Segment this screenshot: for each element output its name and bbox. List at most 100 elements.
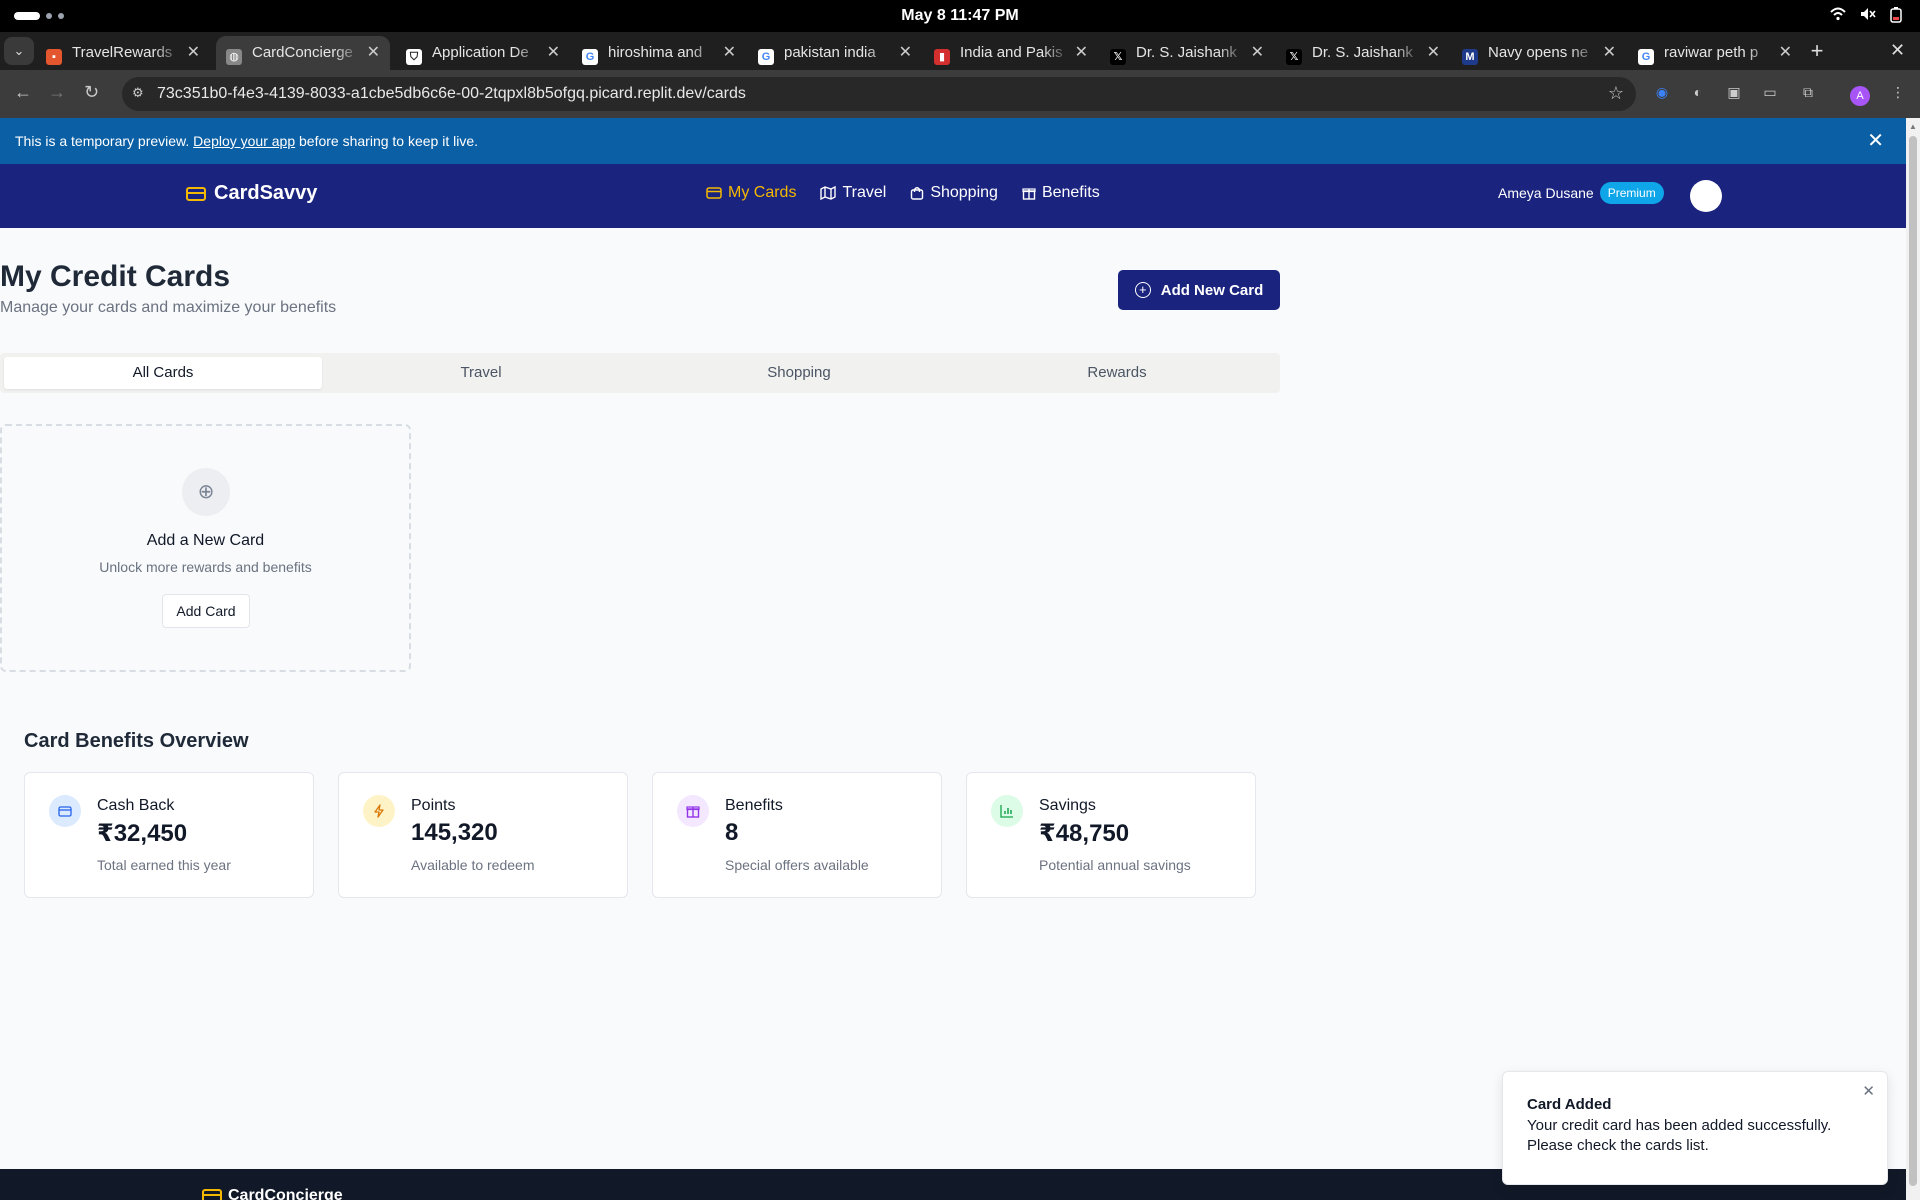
tab-shopping[interactable]: Shopping [640, 357, 958, 389]
new-tab-button[interactable]: + [1806, 36, 1828, 66]
reload-button[interactable]: ↻ [84, 82, 99, 103]
google-icon: G [582, 49, 598, 65]
toast-notification: Card Added Your credit card has been add… [1502, 1071, 1888, 1185]
add-card-button[interactable]: Add Card [162, 594, 250, 628]
stat-label: Benefits [725, 797, 783, 814]
banner-text-end: before sharing to keep it live. [295, 133, 479, 149]
tab-close-icon[interactable]: ✕ [1603, 36, 1616, 70]
add-card-placeholder: ⊕ Add a New Card Unlock more rewards and… [0, 424, 411, 672]
plus-icon: + [1810, 38, 1824, 63]
tab-close-icon[interactable]: ✕ [547, 36, 560, 70]
browser-menu-icon[interactable]: ⋮ [1888, 84, 1908, 104]
tab-title: Dr. S. Jaishank [1312, 44, 1413, 61]
wifi-icon [1830, 7, 1846, 28]
nav-item-my-cards[interactable]: My Cards [706, 184, 796, 202]
credit-card-icon [49, 795, 81, 827]
tab-close-icon[interactable]: ✕ [1075, 36, 1088, 70]
brand-logo[interactable]: CardSavvy [186, 182, 317, 205]
site-settings-icon[interactable]: ⚙ [132, 85, 150, 103]
premium-badge: Premium [1599, 182, 1664, 204]
browser-tab[interactable]: 𝕏 Dr. S. Jaishank ✕ [1276, 36, 1450, 70]
banner-close-icon[interactable]: ✕ [1867, 118, 1884, 164]
nav-item-travel[interactable]: Travel [820, 184, 886, 202]
bookmark-star-icon[interactable]: ☆ [1608, 83, 1624, 104]
plus-circle-icon: + [1134, 282, 1151, 298]
scroll-up-icon[interactable]: ▲ [1909, 122, 1917, 131]
tab-all-cards[interactable]: All Cards [4, 357, 322, 389]
browser-tab-strip: ⌄ ▪ TravelRewards ✕ ◍ CardConcierge ✕ ⛉ Applica… [0, 32, 1920, 70]
tab-close-icon[interactable]: ✕ [1779, 36, 1792, 70]
nav-item-label: Shopping [930, 184, 998, 201]
url-text[interactable]: 73c351b0-f4e3-4139-8033-a1cbe5db6c6e-00-… [157, 85, 746, 103]
toast-close-icon[interactable]: ✕ [1862, 1082, 1875, 1100]
profile-avatar[interactable]: A [1850, 86, 1870, 106]
plus-circle-icon: ⊕ [182, 468, 230, 516]
flag-icon: ▮ [934, 49, 950, 65]
stat-value: ₹32,450 [97, 820, 188, 847]
tab-travel[interactable]: Travel [322, 357, 640, 389]
google-icon: G [1638, 49, 1654, 65]
address-bar[interactable]: ⚙ 73c351b0-f4e3-4139-8033-a1cbe5db6c6e-0… [122, 77, 1636, 111]
browser-tab[interactable]: Ghiroshima and ✕ [572, 36, 746, 70]
browser-tab[interactable]: ◍ CardConcierge ✕ [216, 36, 390, 70]
footer-brand[interactable]: CardConcierge [202, 1187, 343, 1200]
tab-close-icon[interactable]: ✕ [1251, 36, 1264, 70]
browser-tab[interactable]: 𝕏 Dr. S. Jaishank ✕ [1100, 36, 1274, 70]
browser-tab[interactable]: ▪ TravelRewards ✕ [36, 36, 210, 70]
tab-title: India and Pakis [960, 44, 1063, 61]
os-status-bar: May 8 11:47 PM [0, 0, 1920, 32]
deploy-link[interactable]: Deploy your app [193, 133, 295, 149]
stat-label: Points [411, 797, 456, 814]
system-tray[interactable] [1830, 7, 1902, 28]
page-viewport: This is a temporary preview. Deploy your… [0, 118, 1906, 1200]
credit-card-icon [202, 1189, 222, 1200]
extension-puzzle-icon[interactable]: ◐ [1688, 84, 1708, 104]
stat-description: Special offers available [725, 857, 869, 873]
tab-close-icon[interactable]: ✕ [367, 36, 380, 70]
window-close-button[interactable]: ✕ [1890, 40, 1905, 61]
x-icon: 𝕏 [1110, 49, 1126, 65]
add-card-subtext: Unlock more rewards and benefits [99, 559, 312, 575]
scrollbar-thumb[interactable] [1909, 136, 1917, 1186]
shield-icon: ⛉ [406, 49, 422, 65]
user-avatar[interactable] [1690, 180, 1722, 212]
forward-button[interactable]: → [48, 82, 66, 103]
gift-icon [1022, 186, 1036, 200]
browser-tab[interactable]: ▮ India and Pakis ✕ [924, 36, 1098, 70]
nav-item-benefits[interactable]: Benefits [1022, 184, 1100, 202]
stat-value: 8 [725, 819, 739, 846]
browser-tab[interactable]: Graviwar peth p ✕ [1628, 36, 1802, 70]
extension-video-icon[interactable]: ▭ [1760, 84, 1780, 104]
page-scrollbar[interactable]: ▲ [1906, 118, 1920, 1200]
back-button[interactable]: ← [14, 82, 32, 103]
tab-title: Navy opens ne [1488, 44, 1589, 61]
tab-title: CardConcierge [252, 44, 353, 61]
nav-item-label: Travel [842, 184, 887, 201]
browser-tab[interactable]: Gpakistan india ✕ [748, 36, 922, 70]
browser-tab[interactable]: M Navy opens ne ✕ [1452, 36, 1626, 70]
tab-title: hiroshima and [608, 44, 703, 61]
stat-card-savings: Savings ₹48,750 Potential annual savings [966, 772, 1256, 898]
tab-title: pakistan india [784, 44, 876, 61]
extension-reader-icon[interactable]: ▣ [1724, 84, 1744, 104]
extension-audio-icon[interactable]: ◉ [1652, 84, 1672, 104]
system-clock[interactable]: May 8 11:47 PM [0, 7, 1920, 25]
tab-close-icon[interactable]: ✕ [1427, 36, 1440, 70]
stat-value: 145,320 [411, 819, 498, 846]
extensions-icon[interactable]: ⧉ [1798, 84, 1818, 104]
add-new-card-button[interactable]: + Add New Card [1118, 270, 1280, 310]
browser-tab[interactable]: ⛉ Application De ✕ [396, 36, 570, 70]
tab-close-icon[interactable]: ✕ [187, 36, 200, 70]
nav-item-shopping[interactable]: Shopping [910, 184, 998, 202]
shopping-bag-icon [910, 186, 924, 200]
tab-rewards[interactable]: Rewards [958, 357, 1276, 389]
stat-label: Cash Back [97, 797, 175, 814]
app-header: CardSavvy My Cards Travel Shopping Benefits… [0, 164, 1906, 228]
tab-close-icon[interactable]: ✕ [899, 36, 912, 70]
tab-close-icon[interactable]: ✕ [723, 36, 736, 70]
gift-icon [677, 795, 709, 827]
tab-search-button[interactable]: ⌄ [4, 37, 34, 65]
m-icon: M [1462, 49, 1478, 65]
main-nav: My Cards Travel Shopping Benefits [706, 184, 1100, 202]
x-icon: 𝕏 [1286, 49, 1302, 65]
